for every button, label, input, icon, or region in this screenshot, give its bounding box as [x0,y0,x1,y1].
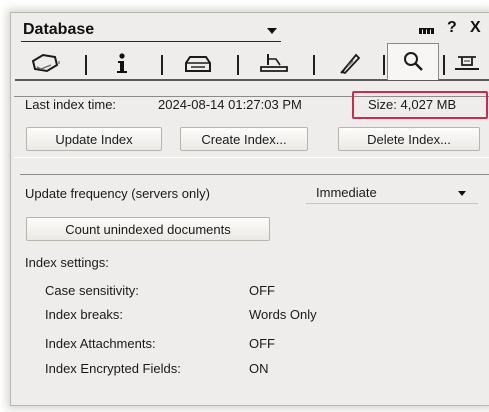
case-sensitivity-label: Case sensitivity: [45,283,139,298]
tab-special[interactable] [447,47,487,79]
tab-advanced[interactable] [323,47,377,79]
chevron-down-icon [458,191,466,196]
index-breaks-label: Index breaks: [45,307,124,322]
update-frequency-label: Update frequency (servers only) [25,186,210,201]
search-icon [404,52,423,71]
panel-title: Database [23,21,95,38]
index-size-label: Size: 4,027 MB [368,97,457,112]
tab-divider [161,55,163,75]
panel-type-dropdown[interactable]: Database [21,21,281,42]
size-highlight-box: Size: 4,027 MB [352,91,488,119]
index-attachments-label: Index Attachments: [45,336,156,351]
tab-print[interactable] [171,47,225,79]
index-settings-heading: Index settings: [25,255,109,270]
last-index-label: Last index time: [25,97,117,112]
tab-divider [443,55,445,75]
tab-info[interactable] [95,47,149,79]
update-index-button[interactable]: Update Index [26,127,162,151]
close-button[interactable]: X [470,19,481,37]
count-unindexed-button[interactable]: Count unindexed documents [26,217,270,241]
create-index-button[interactable]: Create Index... [180,127,308,151]
hat-icon [455,56,479,70]
tab-divider [85,55,87,75]
case-sensitivity-value: OFF [249,283,275,298]
tab-design[interactable] [247,47,301,79]
tab-full-text-index[interactable] [387,43,439,80]
delete-index-button[interactable]: Delete Index... [338,127,480,151]
tab-divider [237,55,239,75]
tab-divider [383,55,385,75]
speech-bubble-icon [31,53,60,73]
update-frequency-select[interactable]: Immediate [306,182,478,204]
pin-icon [419,28,434,34]
printer-icon [185,56,211,72]
pen-icon [260,54,288,72]
pin-button[interactable] [409,19,441,41]
feather-icon [340,53,361,75]
index-attachments-value: OFF [249,336,275,351]
chevron-down-icon [267,28,277,34]
properties-tab-strip [15,43,489,81]
update-frequency-value: Immediate [316,185,377,200]
index-encrypted-fields-value: ON [249,361,269,376]
index-breaks-value: Words Only [249,307,317,322]
index-encrypted-fields-label: Index Encrypted Fields: [45,361,181,376]
tab-basics[interactable] [19,47,73,79]
tab-divider [313,55,315,75]
panel-title-bar: Database ? X [11,13,489,42]
help-button[interactable]: ? [447,19,457,37]
info-icon [117,53,127,73]
last-index-value: 2024-08-14 01:27:03 PM [158,97,302,112]
